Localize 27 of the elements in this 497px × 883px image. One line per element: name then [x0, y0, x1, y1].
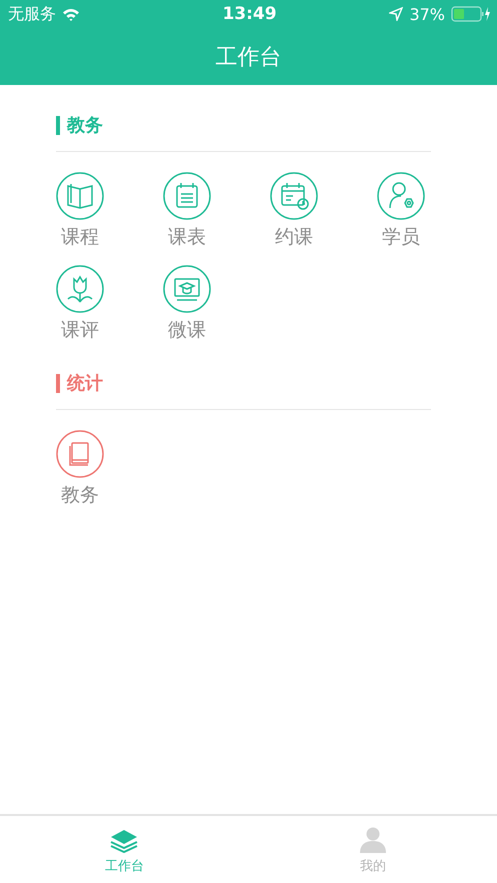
clock: 13:49 [222, 4, 277, 24]
item-label: 约课 [275, 225, 313, 250]
tab[interactable]: 我的 [248, 816, 497, 883]
carrier: 无服务 [8, 4, 56, 24]
layers-icon [110, 829, 138, 853]
person-icon[interactable] [377, 172, 425, 220]
item-label: 课表 [168, 225, 206, 250]
battery-percent: 37% [409, 4, 445, 24]
section-title: 统计 [67, 372, 103, 395]
tab[interactable]: 工作台 [0, 816, 248, 883]
person-icon [360, 827, 386, 853]
list-icon[interactable] [163, 172, 211, 220]
item-label: 学员 [382, 225, 420, 250]
header-title: 工作台 [216, 44, 282, 72]
item-label: 课评 [61, 318, 99, 343]
calendar-icon[interactable] [270, 172, 318, 220]
battery-icon [451, 6, 491, 22]
item-label: 微课 [168, 318, 206, 343]
wifi-icon [62, 8, 80, 20]
section-title: 教务 [67, 114, 103, 137]
book-icon[interactable] [56, 172, 104, 220]
books-icon[interactable] [56, 430, 104, 478]
flower-icon[interactable] [56, 265, 104, 313]
item-label: 课程 [61, 225, 99, 250]
screen-icon[interactable] [163, 265, 211, 313]
location-icon [389, 7, 404, 21]
item-label: 教务 [61, 483, 99, 508]
